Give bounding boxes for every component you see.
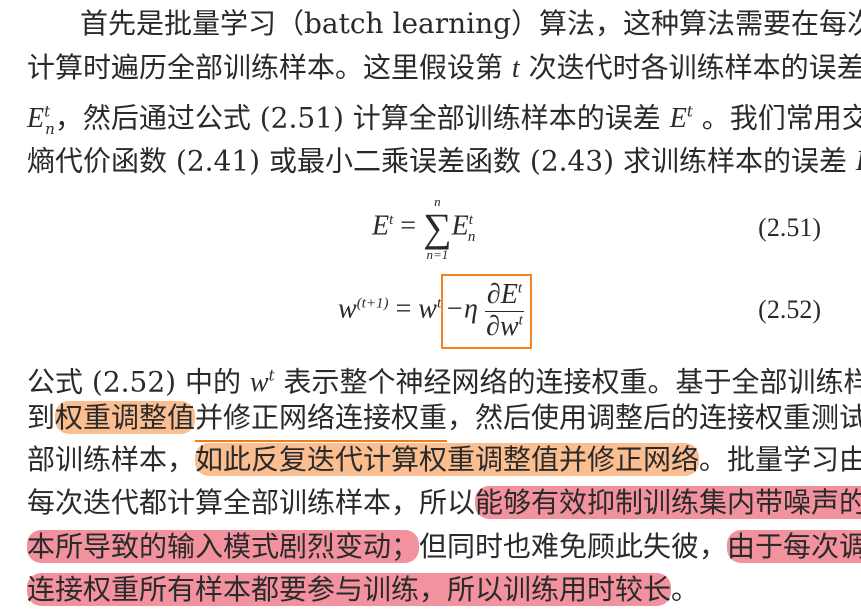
- text: 。我们常用交叉: [701, 101, 861, 135]
- var-w-t: wt: [250, 365, 275, 398]
- text-line-7: 部训练样本，如此反复迭代计算权重调整值并修正网络。批量学习由于: [27, 440, 861, 480]
- var-E-n-t: Etn: [27, 101, 55, 138]
- text-line-4: 熵代价函数 (2.41) 或最小二乘误差函数 (2.43) 求训练样本的误差 E…: [27, 135, 861, 177]
- sup: t: [44, 103, 51, 121]
- minus-eta: −η: [445, 293, 478, 325]
- text-line-5: 公式 (2.52) 中的 wt 表示整个神经网络的连接权重。基于全部训练样本得: [27, 356, 861, 399]
- text-line-6: 到权重调整值并修正网络连接权重，然后使用调整后的连接权重测试全: [27, 398, 861, 442]
- orange-highlight: 如此反复迭代计算权重调整值并修正网络: [195, 443, 700, 476]
- sup: t: [468, 212, 473, 229]
- text-line-10: 连接权重所有样本都要参与训练，所以训练用时较长。: [27, 570, 820, 610]
- text: 熵代价函数 (2.41) 或最小二乘误差函数 (2.43) 求训练样本的误差: [27, 144, 847, 178]
- text-line-3: Etn，然后通过公式 (2.51) 计算全部训练样本的误差 Et 。我们常用交叉: [27, 92, 861, 138]
- equation-number-2-51: (2.51): [758, 213, 821, 242]
- annotation-box: −η ∂Et ∂wt: [441, 274, 533, 349]
- sub: n: [467, 229, 476, 246]
- text: 计算时遍历全部训练样本。这里假设第: [27, 51, 504, 84]
- sup: (t+1): [356, 295, 389, 312]
- text: 每次迭代都计算全部训练样本，所以: [27, 486, 476, 519]
- text-line-2: 计算时遍历全部训练样本。这里假设第 t 次迭代时各训练样本的误差为: [27, 48, 861, 88]
- text: 。批量学习由于: [699, 443, 861, 476]
- red-highlight: 本所导致的输入模式剧烈变动；: [27, 530, 420, 563]
- equation-2-52: w(t+1) = wt −η ∂Et ∂wt: [338, 274, 533, 349]
- summation-symbol: n ∑ n=1: [423, 195, 452, 261]
- text: 次迭代时各训练样本的误差为: [528, 51, 861, 84]
- variable-t: t: [511, 53, 520, 84]
- sup: t: [389, 212, 394, 229]
- var: E: [669, 103, 687, 135]
- orange-underline: 并修正网络连接权重: [195, 401, 448, 442]
- orange-highlight: 权重调整值: [55, 401, 196, 434]
- denominator: ∂w: [486, 310, 519, 342]
- partial-fraction: ∂Et ∂wt: [484, 279, 525, 343]
- red-highlight: 由于每次调整: [727, 530, 861, 563]
- var: E: [27, 103, 45, 135]
- var: E: [856, 146, 861, 177]
- eq-lhs: E: [372, 210, 390, 242]
- eq-rhs: E: [451, 210, 469, 242]
- sup: t: [686, 103, 693, 121]
- text: 但同时也难免顾此失彼，: [419, 530, 728, 563]
- text: 首先是批量学习（batch learning）算法，这种算法需要在每次迭代: [80, 7, 861, 40]
- red-highlight: 连接权重所有样本都要参与训练，所以训练用时较长: [27, 573, 672, 606]
- document-page: 首先是批量学习（batch learning）算法，这种算法需要在每次迭代 计算…: [0, 0, 861, 615]
- text: 部训练样本，: [27, 443, 196, 476]
- equals: =: [395, 293, 412, 325]
- numerator: ∂E: [486, 279, 518, 310]
- text-line-9: 本所导致的输入模式剧烈变动；但同时也难免顾此失彼，由于每次调整: [27, 527, 861, 567]
- text: 公式 (2.52) 中的: [27, 365, 241, 399]
- equals: =: [400, 210, 417, 242]
- var: w: [249, 367, 269, 399]
- sum-lower: n=1: [426, 247, 449, 262]
- equation-2-51: Et = n ∑ n=1 Etn: [372, 195, 475, 261]
- text-line-8: 每次迭代都计算全部训练样本，所以能够有效抑制训练集内带噪声的样: [27, 483, 861, 523]
- text: 到: [27, 401, 56, 434]
- eq-lhs: w: [338, 293, 357, 325]
- sigma: ∑: [423, 205, 452, 250]
- text: 表示整个神经网络的连接权重。基于全部训练样本得: [283, 365, 861, 399]
- sup: t: [517, 280, 523, 297]
- w: w: [418, 293, 437, 325]
- text: 。: [671, 573, 700, 606]
- equation-number-2-52: (2.52): [758, 295, 821, 324]
- text-line-1: 首先是批量学习（batch learning）算法，这种算法需要在每次迭代: [27, 4, 861, 44]
- text: ，然后使用调整后的连接权重测试全: [447, 401, 861, 434]
- var-E-t: Et: [670, 101, 693, 134]
- sup: t: [268, 367, 275, 385]
- sup: t: [518, 312, 523, 329]
- red-highlight: 能够有效抑制训练集内带噪声的样: [475, 486, 861, 519]
- var-E-n-t: Etn: [856, 144, 861, 177]
- text: ，然后通过公式 (2.51) 计算全部训练样本的误差: [54, 101, 661, 135]
